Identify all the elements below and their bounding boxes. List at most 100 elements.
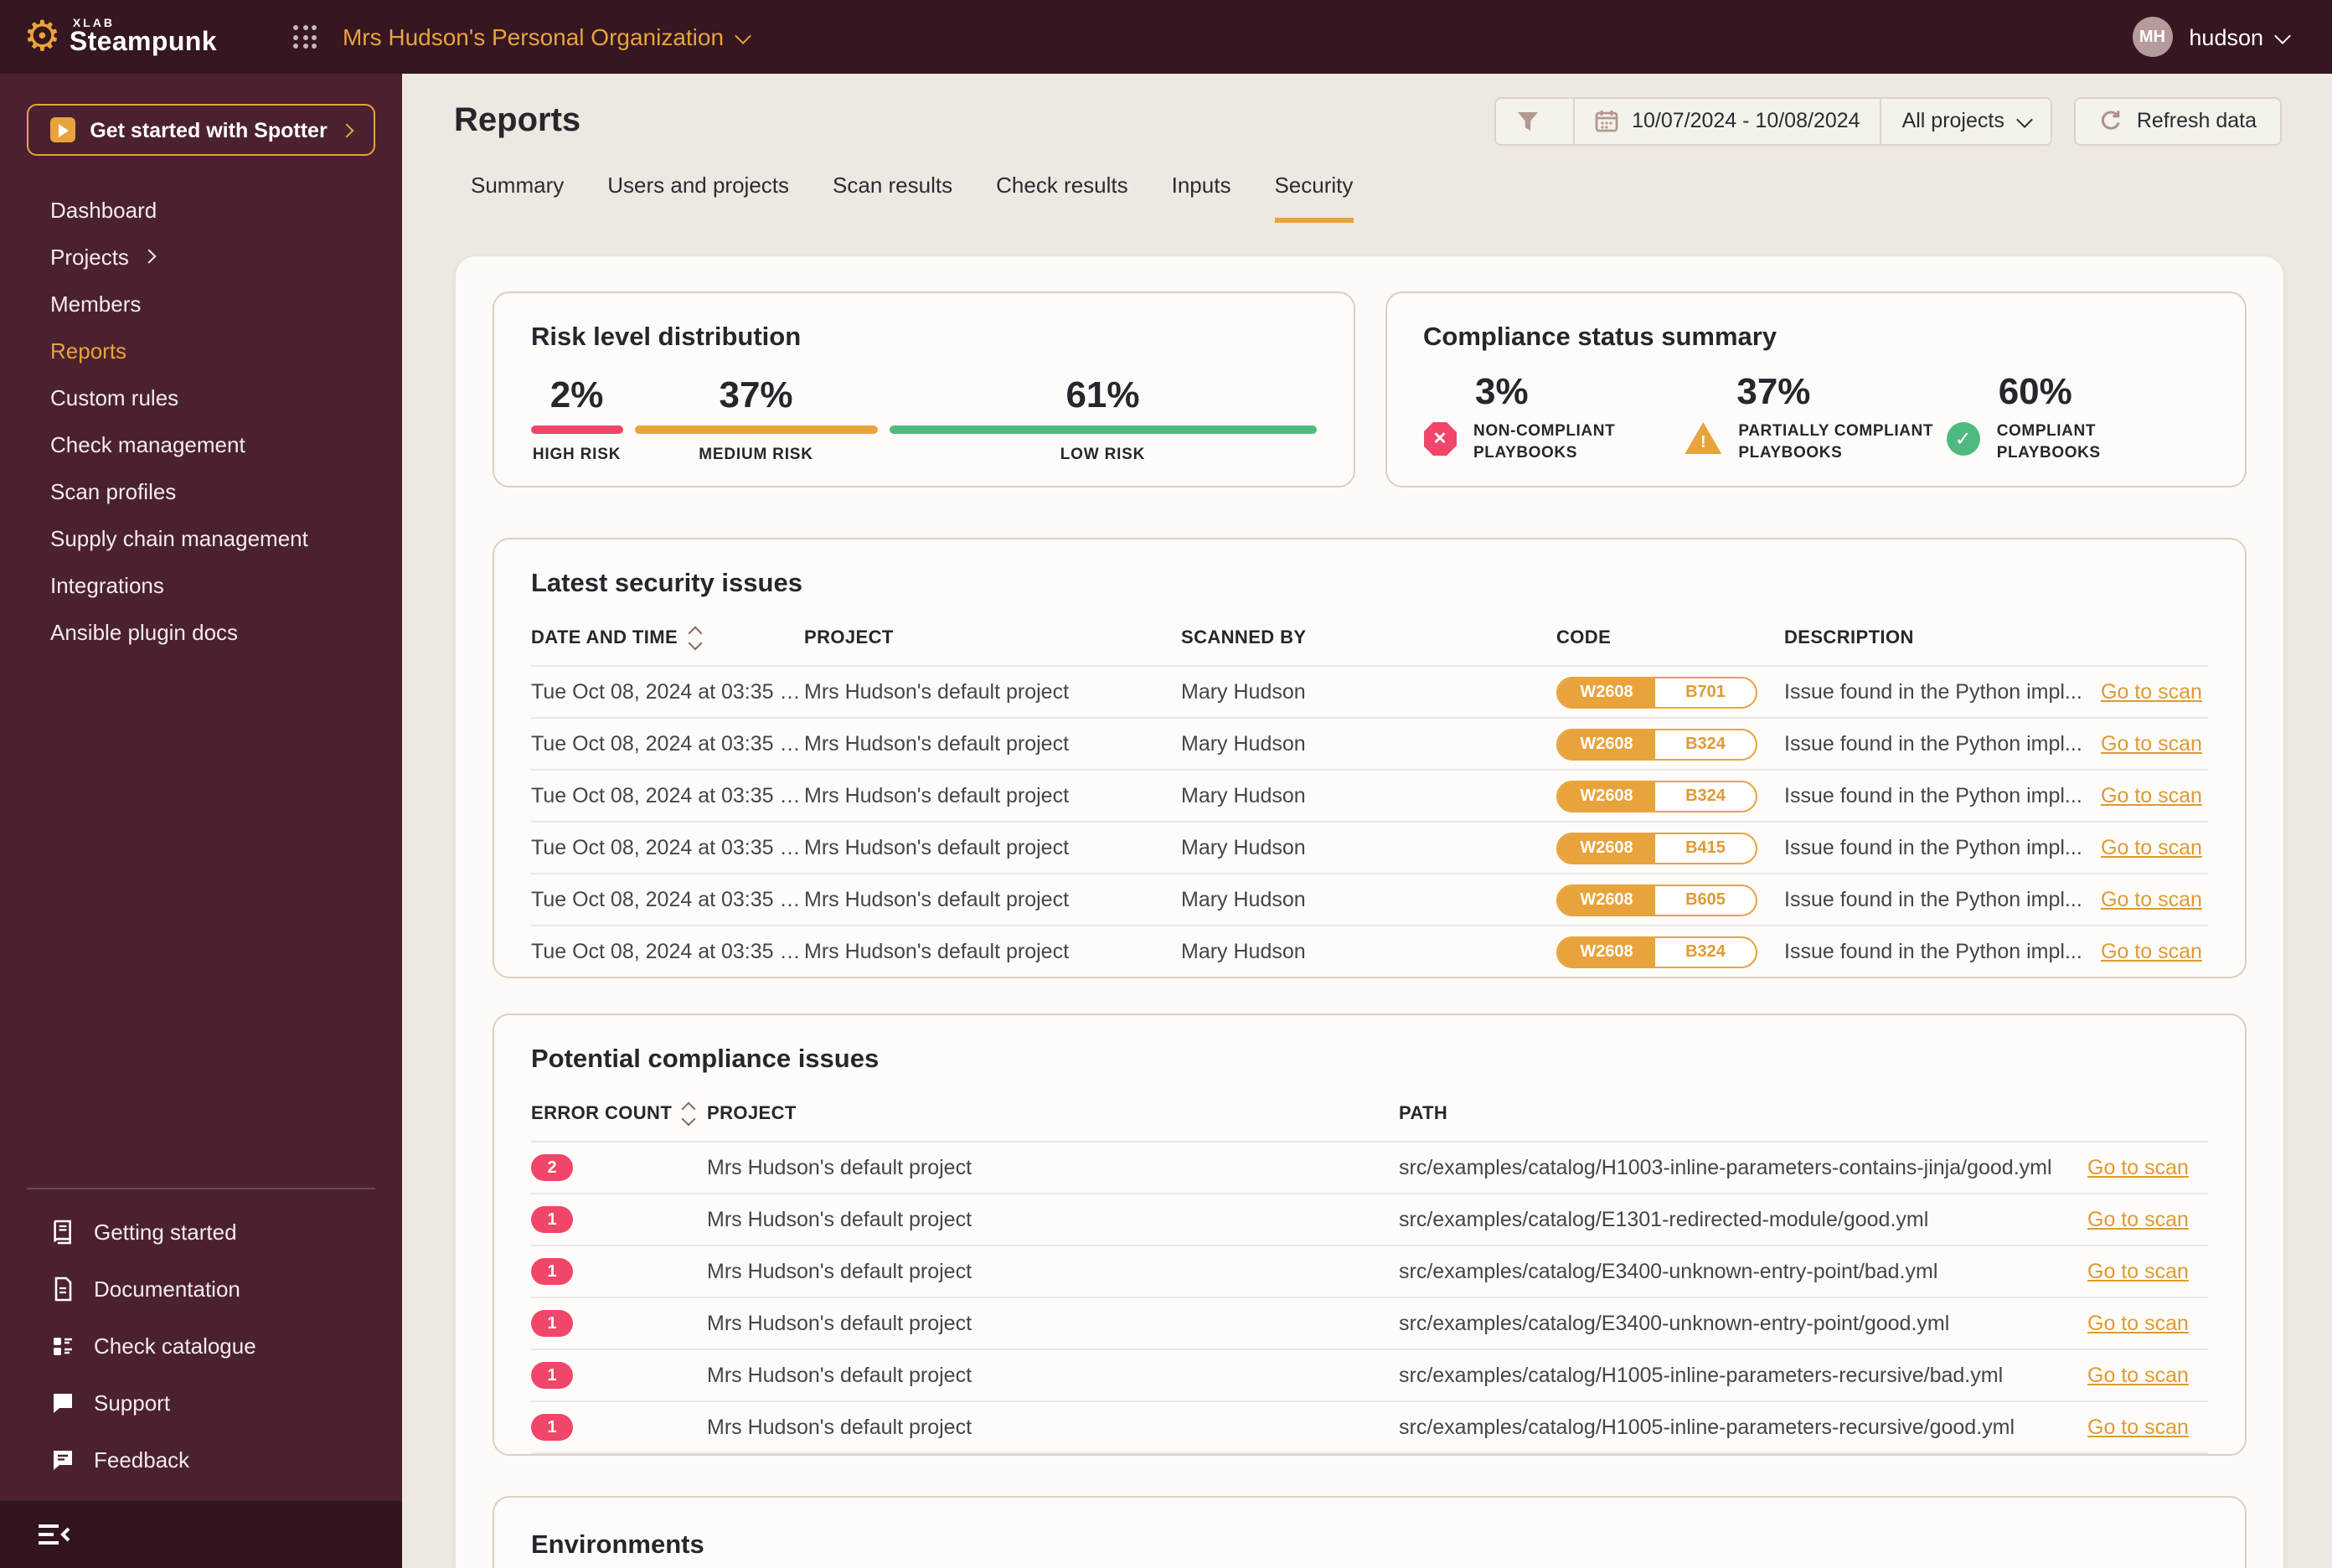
calendar-icon [1595,111,1618,132]
card-title: Potential compliance issues [531,1045,880,1074]
stat-non-compliant: 3% ✕ NON-COMPLIANT PLAYBOOKS [1423,370,1685,465]
sidebar-item-members[interactable]: Members [0,280,402,327]
user-menu[interactable]: MH hudson [2132,17,2291,57]
sidebar-item-dashboard[interactable]: Dashboard [0,186,402,233]
sidebar-item-custom-rules[interactable]: Custom rules [0,374,402,420]
sidebar-item-reports[interactable]: Reports [0,327,402,374]
table-row: Tue Oct 08, 2024 at 03:35 p... Mrs Hudso… [531,771,2208,823]
chat-bubble-icon [54,1393,72,1412]
brand-xlab: XLAB [72,18,115,29]
column-header-date[interactable]: DATE AND TIME [531,626,804,651]
error-count-badge: 2 [531,1154,573,1182]
tab-security[interactable]: Security [1274,173,1354,223]
sidebar-item-projects[interactable]: Projects [0,233,402,280]
sidebar-item-ansible-plugin-docs[interactable]: Ansible plugin docs [0,608,402,655]
table-row: 1 Mrs Hudson's default project src/examp… [531,1350,2208,1402]
column-header-project: PROJECT [804,628,894,648]
compliance-status-summary-card: Compliance status summary 3% ✕ NON-COMPL… [1385,291,2247,487]
refresh-data-button[interactable]: Refresh data [2074,96,2282,145]
go-to-scan-link[interactable]: Go to scan [2087,1208,2189,1231]
x-octagon-icon: ✕ [1423,422,1457,456]
risk-segment-high: 2% HIGH RISK [531,374,623,464]
date-range-button[interactable]: 10/07/2024 - 10/08/2024 [1573,98,1880,143]
code-badge: W2608 B605 [1556,884,1757,916]
filter-funnel-button[interactable] [1496,98,1573,143]
card-title: Compliance status summary [1423,323,1777,352]
risk-level-distribution-card: Risk level distribution 2% HIGH RISK 37%… [493,291,1354,487]
project-filter-select[interactable]: All projects [1880,98,2051,143]
sidebar-item-getting-started[interactable]: Getting started [0,1203,402,1260]
brand-logo[interactable]: ⚙ XLAB Steampunk [23,13,217,59]
sidebar-item-support[interactable]: Support [0,1374,402,1431]
sidebar-item-check-management[interactable]: Check management [0,420,402,467]
table-row: Tue Oct 08, 2024 at 03:35 p... Mrs Hudso… [531,874,2208,926]
go-to-scan-link[interactable]: Go to scan [2087,1156,2189,1179]
document-icon [54,1276,72,1301]
sidebar-item-feedback[interactable]: Feedback [0,1431,402,1488]
go-to-scan-link[interactable]: Go to scan [2101,888,2202,911]
table-row: 2 Mrs Hudson's default project src/examp… [531,1142,2208,1194]
medium-risk-bar [634,426,878,434]
brand-name: Steampunk [69,28,217,56]
go-to-scan-link[interactable]: Go to scan [2101,680,2202,704]
card-title: Risk level distribution [531,323,802,352]
go-to-scan-link[interactable]: Go to scan [2087,1312,2189,1335]
tab-users-and-projects[interactable]: Users and projects [607,173,789,223]
column-header-error-count[interactable]: ERROR COUNT [531,1101,707,1127]
sidebar-collapse-button[interactable] [0,1501,402,1568]
go-to-scan-link[interactable]: Go to scan [2101,784,2202,807]
card-title: Latest security issues [531,570,802,598]
column-header-scanned-by: SCANNED BY [1181,628,1307,648]
error-count-badge: 1 [531,1258,573,1286]
sidebar-nav: Dashboard Projects Members Reports Custo… [0,186,402,655]
low-risk-bar [889,426,1317,434]
app-grid-icon[interactable] [293,25,317,49]
sidebar-item-documentation[interactable]: Documentation [0,1260,402,1317]
go-to-scan-link[interactable]: Go to scan [2087,1364,2189,1387]
go-to-scan-link[interactable]: Go to scan [2101,940,2202,963]
chevron-down-icon [735,27,751,44]
error-count-badge: 1 [531,1310,573,1338]
go-to-scan-link[interactable]: Go to scan [2087,1260,2189,1283]
code-badge: W2608 B701 [1556,676,1757,708]
error-count-badge: 1 [531,1362,573,1390]
sort-icon [687,626,702,651]
table-row: 1 Mrs Hudson's default project src/examp… [531,1402,2208,1454]
table-row: Tue Oct 08, 2024 at 03:35 p... Mrs Hudso… [531,823,2208,874]
tab-inputs[interactable]: Inputs [1172,173,1231,223]
main-area: Reports 10/07/2024 - 10/08/2024 All proj… [402,74,2332,1568]
error-count-badge: 1 [531,1414,573,1442]
gear-logo-icon: ⚙ [23,13,61,59]
spotter-button[interactable]: Get started with Spotter [27,104,375,156]
page-title: Reports [454,101,581,138]
chevron-right-icon [142,249,157,264]
tab-summary[interactable]: Summary [471,173,564,223]
sidebar-divider [27,1188,375,1189]
table-row: 1 Mrs Hudson's default project src/examp… [531,1194,2208,1246]
sidebar-item-supply-chain[interactable]: Supply chain management [0,514,402,561]
project-filter-value: All projects [1901,109,2004,132]
go-to-scan-link[interactable]: Go to scan [2087,1416,2189,1439]
filters: 10/07/2024 - 10/08/2024 All projects Ref… [1494,96,2282,145]
topbar: ⚙ XLAB Steampunk Mrs Hudson's Personal O… [0,0,2332,74]
sidebar-item-scan-profiles[interactable]: Scan profiles [0,467,402,514]
report-tabs: Summary Users and projects Scan results … [471,173,2282,223]
go-to-scan-link[interactable]: Go to scan [2101,732,2202,756]
org-switcher[interactable]: Mrs Hudson's Personal Organization [343,23,724,50]
sidebar-item-check-catalogue[interactable]: Check catalogue [0,1317,402,1374]
check-circle-icon: ✓ [1946,422,1980,456]
funnel-icon [1518,111,1539,130]
column-header-project: PROJECT [707,1104,797,1124]
chevron-down-icon [2016,111,2034,127]
tab-scan-results[interactable]: Scan results [833,173,952,223]
sort-icon [681,1101,696,1127]
sidebar-item-integrations[interactable]: Integrations [0,561,402,608]
tab-check-results[interactable]: Check results [996,173,1128,223]
go-to-scan-link[interactable]: Go to scan [2101,836,2202,859]
filter-group: 10/07/2024 - 10/08/2024 All projects [1494,96,2053,145]
play-icon [49,117,75,142]
column-header-path: PATH [1399,1104,1448,1124]
feedback-icon [54,1450,72,1469]
table-header: DATE AND TIME PROJECT SCANNED BY CODE DE… [531,626,2208,667]
code-badge: W2608 B415 [1556,832,1757,864]
